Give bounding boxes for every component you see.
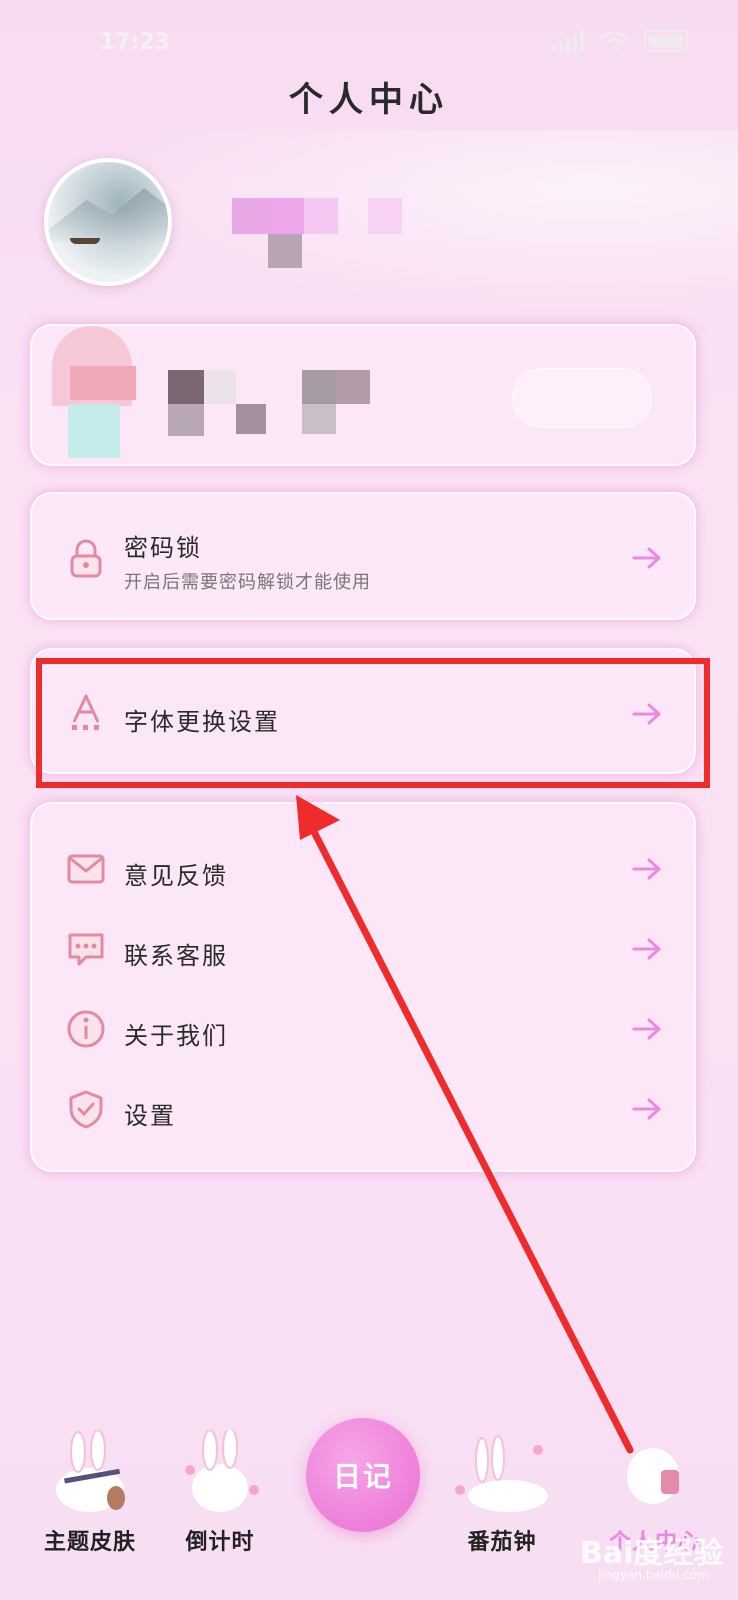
- vip-banner-card[interactable]: [30, 324, 696, 466]
- arrow-right-icon[interactable]: [632, 1017, 662, 1041]
- tab-label: 主题皮肤: [43, 1530, 136, 1555]
- vip-action-pill[interactable]: [512, 368, 652, 428]
- page-title: 个人中心: [289, 80, 449, 120]
- list-item-about-us[interactable]: 关于我们: [32, 994, 694, 1064]
- font-settings-label: 字体更换设置: [124, 708, 280, 736]
- bunny-heart-icon: [185, 1430, 259, 1512]
- list-item-label: 意见反馈: [124, 862, 228, 890]
- bunny-lying-icon: [455, 1435, 548, 1512]
- mail-icon: [67, 854, 105, 884]
- status-time: 17:23: [100, 30, 171, 55]
- list-item-label: 关于我们: [124, 1022, 228, 1050]
- status-icons: [552, 30, 688, 52]
- password-lock-label: 密码锁: [124, 534, 202, 562]
- bunny-selected-icon: [627, 1448, 679, 1504]
- tab-theme-skin[interactable]: 主题皮肤: [20, 1420, 160, 1600]
- battery-icon: [644, 30, 688, 52]
- bunny-painter-icon: [56, 1430, 125, 1512]
- avatar[interactable]: [44, 158, 172, 286]
- arrow-right-icon[interactable]: [632, 702, 662, 726]
- chat-icon: [68, 933, 104, 966]
- signal-icon: [552, 30, 586, 52]
- info-icon: [67, 1010, 105, 1048]
- wifi-icon: [601, 31, 629, 51]
- list-item-settings[interactable]: 设置: [32, 1074, 694, 1144]
- font-a-icon: [72, 694, 100, 730]
- arrow-right-icon[interactable]: [632, 937, 662, 961]
- tab-label: 倒计时: [185, 1530, 255, 1555]
- tab-pomodoro[interactable]: 番茄钟: [432, 1420, 572, 1600]
- password-lock-subtitle: 开启后需要密码解锁才能使用: [124, 572, 371, 593]
- lock-icon: [70, 539, 102, 578]
- diary-button-label: 日记: [332, 1460, 393, 1493]
- username-pixelated: [232, 198, 402, 268]
- tab-label: 番茄钟: [467, 1530, 537, 1555]
- list-item-feedback[interactable]: 意见反馈: [32, 834, 694, 904]
- list-item-label: 设置: [124, 1102, 176, 1130]
- arrow-right-icon[interactable]: [632, 1097, 662, 1121]
- menu-list-card: 意见反馈 联系客服 关于我们 设置: [30, 802, 696, 1172]
- status-bar: 17:23: [0, 0, 738, 80]
- diary-button[interactable]: 日记: [306, 1418, 420, 1532]
- arrow-right-icon[interactable]: [632, 857, 662, 881]
- arrow-right-icon[interactable]: [632, 546, 662, 570]
- list-item-contact-service[interactable]: 联系客服: [32, 914, 694, 984]
- font-settings-item[interactable]: 字体更换设置: [30, 648, 696, 774]
- shield-check-icon: [69, 1090, 103, 1129]
- tab-countdown[interactable]: 倒计时: [150, 1420, 290, 1600]
- list-item-label: 联系客服: [124, 942, 228, 970]
- watermark-logo: Bai度经验: [580, 1536, 724, 1571]
- password-lock-item[interactable]: 密码锁 开启后需要密码解锁才能使用: [30, 492, 696, 620]
- watermark-url: jingyan.baidu.com: [598, 1568, 709, 1582]
